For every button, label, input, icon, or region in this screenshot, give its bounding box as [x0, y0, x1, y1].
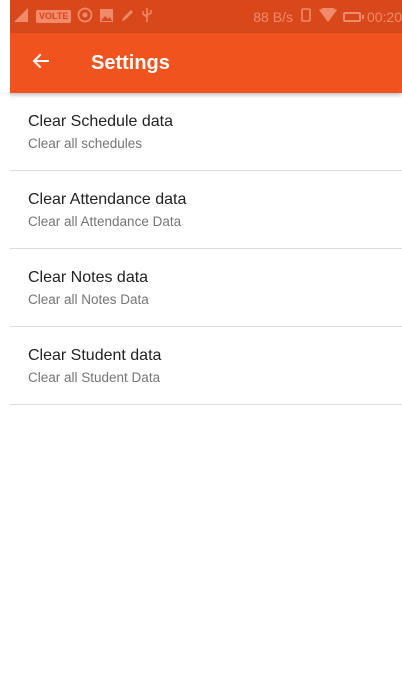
app-bar: Settings: [0, 33, 402, 93]
screen-edge: [0, 0, 10, 682]
usb-icon: [141, 7, 153, 26]
settings-item-title: Clear Notes data: [28, 269, 149, 286]
network-speed: 88 B/s: [253, 8, 293, 25]
whatsapp-icon: [77, 7, 93, 26]
settings-item-clear-schedule[interactable]: Clear Schedule data Clear all schedules: [10, 93, 402, 171]
arrow-back-icon: [32, 52, 50, 75]
status-right-icons: 88 B/s 00:20: [253, 0, 402, 33]
settings-item-subtitle: Clear all Notes Data: [28, 292, 149, 307]
battery-icon: [342, 11, 364, 22]
back-button[interactable]: [26, 48, 56, 78]
vibrate-icon: [299, 8, 313, 25]
image-icon: [99, 8, 114, 26]
settings-item-subtitle: Clear all Attendance Data: [28, 214, 182, 229]
settings-item-title: Clear Schedule data: [28, 113, 173, 130]
settings-item-subtitle: Clear all Student Data: [28, 370, 161, 385]
settings-item-subtitle: Clear all schedules: [28, 136, 143, 151]
status-time: 00:20: [366, 8, 402, 25]
wifi-icon: [318, 8, 337, 25]
volte-badge: VOLTE: [36, 10, 72, 23]
settings-item-clear-student[interactable]: Clear Student data Clear all Student Dat…: [10, 327, 402, 405]
edit-icon: [120, 8, 135, 26]
settings-item-clear-attendance[interactable]: Clear Attendance data Clear all Attendan…: [10, 171, 402, 249]
signal-icon: [14, 8, 30, 25]
page-title: Settings: [91, 52, 170, 74]
settings-item-title: Clear Student data: [28, 347, 162, 364]
settings-item-title: Clear Attendance data: [28, 191, 187, 208]
settings-item-clear-notes[interactable]: Clear Notes data Clear all Notes Data: [10, 249, 402, 327]
settings-screen: VOLTE 88 B/s 00:20 Settings Clear Schedu…: [0, 0, 402, 682]
status-left-icons: VOLTE: [14, 0, 153, 33]
status-bar: VOLTE 88 B/s 00:20: [0, 0, 402, 33]
settings-list: Clear Schedule data Clear all schedules …: [10, 93, 402, 405]
